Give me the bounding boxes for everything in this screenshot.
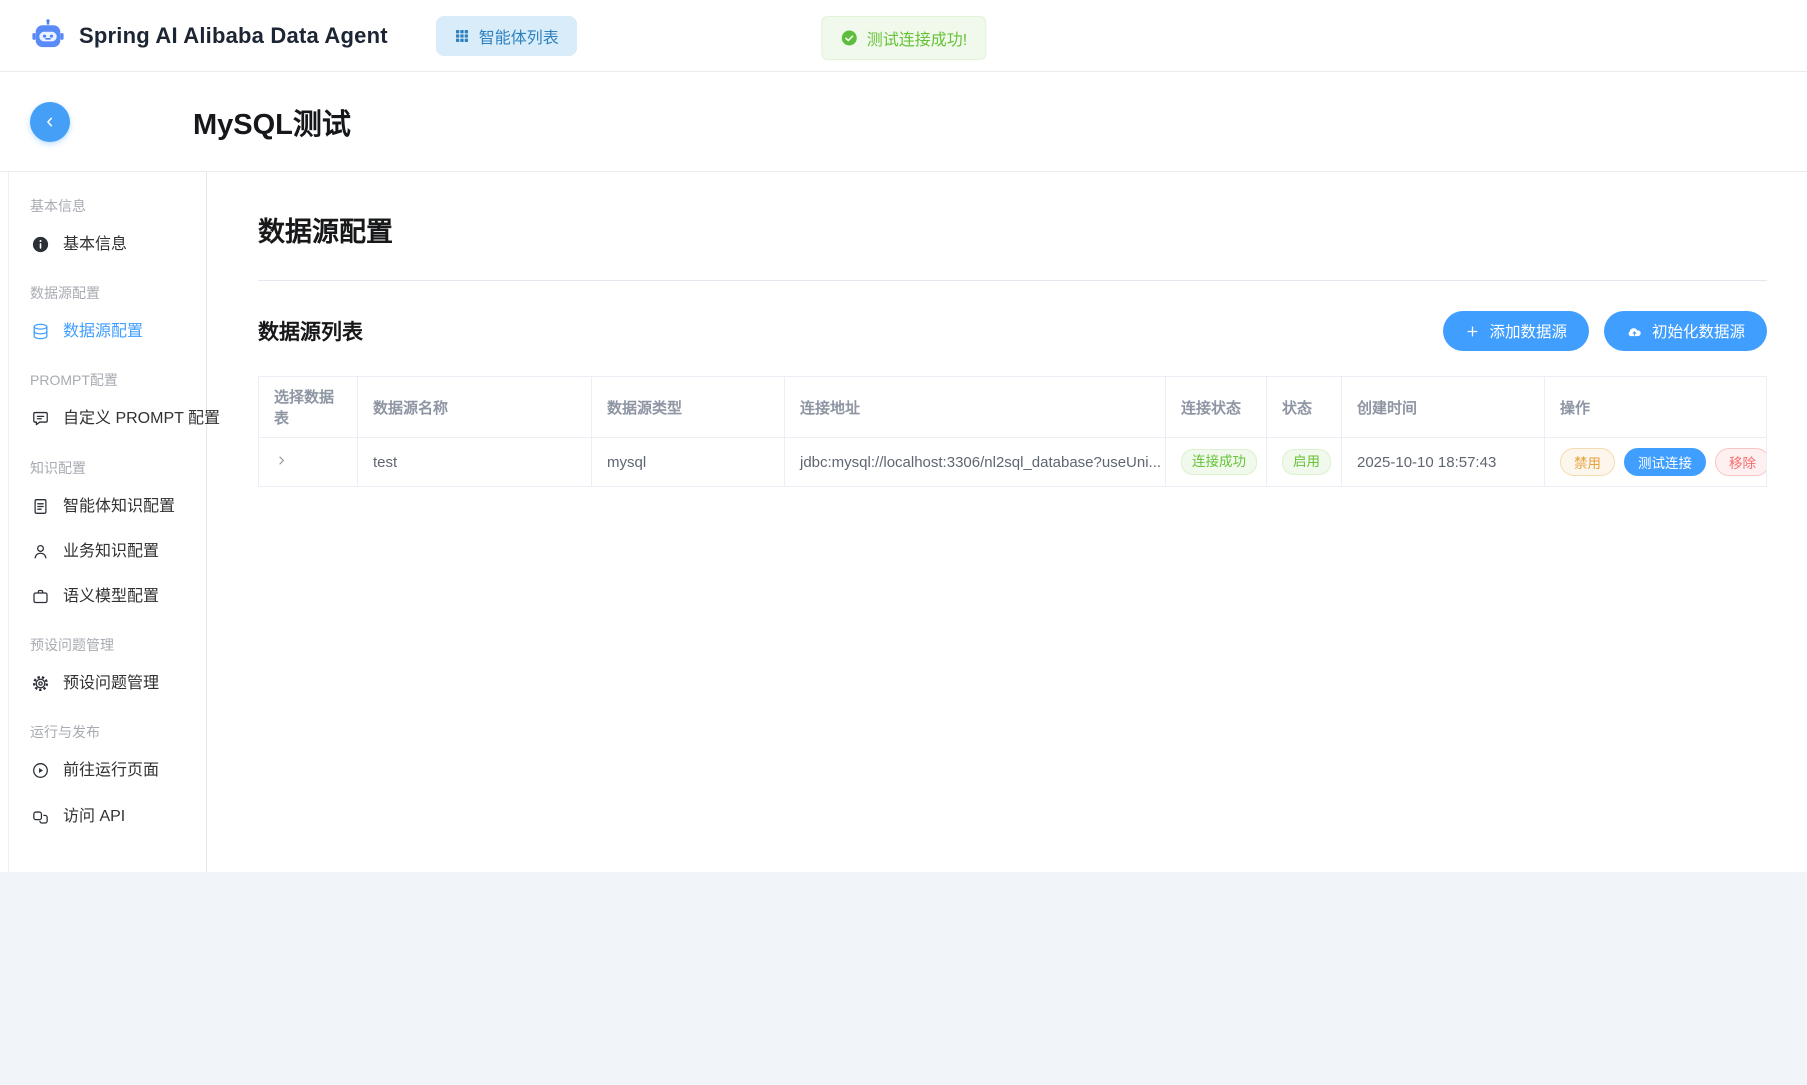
agent-avatar	[110, 90, 174, 154]
database-icon	[31, 322, 50, 341]
datasource-table: 选择数据表 数据源名称 数据源类型 连接地址 连接状态 状态 创建时间 操作	[258, 376, 1767, 487]
user-icon	[31, 542, 50, 561]
link-icon	[31, 807, 50, 826]
sidebar-item-agent-knowledge-config[interactable]: 智能体知识配置	[0, 484, 206, 529]
init-datasource-button[interactable]: 初始化数据源	[1604, 311, 1767, 351]
back-button[interactable]	[30, 102, 70, 142]
table-header-row: 选择数据表 数据源名称 数据源类型 连接地址 连接状态 状态 创建时间 操作	[259, 377, 1767, 438]
robot-icon	[30, 18, 66, 54]
cell-connection-status: 连接成功	[1166, 438, 1267, 487]
col-header-url: 连接地址	[785, 377, 1166, 438]
content-area: 基本信息 基本信息 数据源配置 数据源配置 PROMPT配置	[0, 172, 1807, 872]
sidebar-group-label: 运行与发布	[0, 706, 206, 748]
sidebar-group-label: 基本信息	[0, 180, 206, 222]
divider	[258, 280, 1767, 281]
success-toast: 测试连接成功!	[821, 16, 986, 60]
plus-icon	[1465, 324, 1480, 339]
toast-message: 测试连接成功!	[867, 26, 967, 50]
table-row: test mysql jdbc:mysql://localhost:3306/n…	[259, 438, 1767, 487]
add-datasource-label: 添加数据源	[1489, 320, 1567, 342]
sidebar-item-preset-question-management[interactable]: 预设问题管理	[0, 661, 206, 706]
row-actions: 禁用 测试连接 移除	[1560, 448, 1751, 476]
sidebar-item-custom-prompt-config[interactable]: 自定义 PROMPT 配置	[0, 396, 206, 441]
test-connection-button[interactable]: 测试连接	[1624, 448, 1706, 476]
briefcase-icon	[31, 587, 50, 606]
list-actions: 添加数据源 初始化数据源	[1443, 311, 1767, 351]
agent-title: MySQL测试	[193, 101, 351, 143]
col-header-type: 数据源类型	[592, 377, 785, 438]
chevron-left-icon	[41, 113, 59, 131]
grid-icon	[454, 28, 470, 44]
sidebar-item-label: 基本信息	[63, 235, 127, 254]
cell-created-time: 2025-10-10 18:57:43	[1342, 438, 1545, 487]
page-title: 数据源配置	[258, 210, 1767, 249]
agent-list-button-label: 智能体列表	[479, 24, 559, 48]
sidebar-item-label: 语义模型配置	[63, 587, 159, 606]
remove-button[interactable]: 移除	[1715, 448, 1767, 476]
connection-status-badge: 连接成功	[1181, 449, 1257, 475]
sidebar-item-label: 智能体知识配置	[63, 497, 175, 516]
cell-status: 启用	[1267, 438, 1342, 487]
col-header-connection-status: 连接状态	[1166, 377, 1267, 438]
init-datasource-label: 初始化数据源	[1652, 320, 1745, 342]
col-header-select-table: 选择数据表	[259, 377, 358, 438]
sidebar-group-label: 预设问题管理	[0, 619, 206, 661]
sidebar-item-label: 预设问题管理	[63, 674, 159, 693]
sidebar-item-label: 数据源配置	[63, 322, 143, 341]
chat-icon	[31, 409, 50, 428]
document-icon	[31, 497, 50, 516]
cell-type: mysql	[592, 438, 785, 487]
sidebar-item-access-api[interactable]: 访问 API	[0, 794, 206, 839]
col-header-status: 状态	[1267, 377, 1342, 438]
play-circle-icon	[31, 761, 50, 780]
agent-header: MySQL测试	[0, 72, 1807, 172]
add-datasource-button[interactable]: 添加数据源	[1443, 311, 1589, 351]
sidebar-item-semantic-model-config[interactable]: 语义模型配置	[0, 574, 206, 619]
cell-actions: 禁用 测试连接 移除	[1545, 438, 1767, 487]
col-header-name: 数据源名称	[358, 377, 592, 438]
gear-icon	[31, 674, 50, 693]
cell-expand	[259, 438, 358, 487]
sidebar-item-datasource-config[interactable]: 数据源配置	[0, 309, 206, 354]
check-circle-icon	[840, 29, 858, 47]
sidebar-group-label: 知识配置	[0, 442, 206, 484]
col-header-created-time: 创建时间	[1342, 377, 1545, 438]
app-title: Spring AI Alibaba Data Agent	[79, 23, 388, 49]
chevron-right-icon[interactable]	[274, 453, 289, 468]
list-header: 数据源列表 添加数据源	[258, 311, 1767, 351]
main-panel: 数据源配置 数据源列表 添加数据源	[207, 172, 1807, 872]
agent-list-button[interactable]: 智能体列表	[436, 16, 577, 56]
col-header-actions: 操作	[1545, 377, 1767, 438]
sidebar-item-label: 业务知识配置	[63, 542, 159, 561]
sidebar: 基本信息 基本信息 数据源配置 数据源配置 PROMPT配置	[0, 172, 207, 872]
upload-cloud-icon	[1626, 323, 1643, 340]
cell-name: test	[358, 438, 592, 487]
sidebar-item-business-knowledge-config[interactable]: 业务知识配置	[0, 529, 206, 574]
sidebar-item-go-to-run-page[interactable]: 前往运行页面	[0, 748, 206, 793]
disable-button[interactable]: 禁用	[1560, 448, 1615, 476]
sidebar-group-label: 数据源配置	[0, 267, 206, 309]
cell-url: jdbc:mysql://localhost:3306/nl2sql_datab…	[785, 438, 1166, 487]
info-icon	[31, 235, 50, 254]
sidebar-item-basic-info[interactable]: 基本信息	[0, 222, 206, 267]
sidebar-item-label: 前往运行页面	[63, 761, 159, 780]
list-title: 数据源列表	[258, 316, 363, 346]
top-header: Spring AI Alibaba Data Agent 智能体列表 测试连接成…	[0, 0, 1807, 72]
sidebar-item-label: 访问 API	[63, 807, 125, 826]
status-badge: 启用	[1282, 449, 1331, 475]
sidebar-group-label: PROMPT配置	[0, 354, 206, 396]
sidebar-item-label: 自定义 PROMPT 配置	[63, 409, 220, 428]
